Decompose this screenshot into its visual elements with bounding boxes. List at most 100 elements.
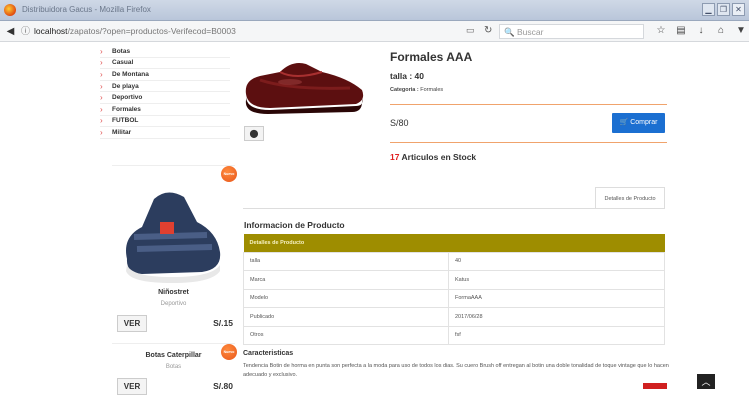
table-cell-key: Otros <box>243 325 449 345</box>
chevron-right-icon: › <box>100 69 103 79</box>
category-label: Casual <box>112 59 134 67</box>
category-item[interactable]: › Militar <box>100 127 230 139</box>
product-card: Nuevo Botas Caterpillar Botas VER S/.80 <box>112 343 237 395</box>
product-image-baby-shoe[interactable] <box>112 177 235 287</box>
table-cell-value: FormaAAA <box>448 288 665 308</box>
table-cell-value: 40 <box>448 251 665 271</box>
buy-button[interactable]: 🛒 Comprar <box>612 113 665 133</box>
chevron-right-icon: › <box>100 93 103 103</box>
info-icon[interactable]: ⓘ <box>19 25 32 38</box>
chevron-right-icon: › <box>100 104 103 114</box>
card-divider <box>112 165 235 166</box>
stock-info: 17 Articulos en Stock <box>390 152 476 162</box>
features-title: Caracteristicas <box>243 350 294 357</box>
window-controls: ▁ ❐ ✕ <box>702 3 745 16</box>
tab-divider <box>243 208 665 209</box>
product-category: Deportivo <box>160 301 187 307</box>
search-placeholder: Buscar <box>516 27 544 37</box>
category-label: FUTBOL <box>112 117 139 125</box>
product-title: Formales AAA <box>390 50 473 64</box>
table-row: Marca Katus <box>243 270 665 290</box>
product-size: talla : 40 <box>390 71 425 81</box>
table-cell-key: Marca <box>243 270 449 290</box>
table-row: talla 40 <box>243 251 665 271</box>
table-cell-value: fsf <box>448 325 665 345</box>
url-host: localhost <box>34 26 68 36</box>
category-label: Botas <box>112 47 131 55</box>
view-product-button[interactable]: VER <box>117 378 147 395</box>
chevron-right-icon: › <box>100 81 103 91</box>
main-product-image[interactable] <box>240 50 368 118</box>
maximize-button[interactable]: ❐ <box>717 3 730 16</box>
category-label: Militar <box>112 128 132 136</box>
home-icon[interactable]: ⌂ <box>715 24 727 38</box>
stock-count: 17 <box>390 152 400 162</box>
view-product-button[interactable]: VER <box>117 315 147 332</box>
cart-icon: 🛒 <box>619 119 629 126</box>
tab-product-details[interactable]: Detalles de Producto <box>595 187 665 209</box>
bookmark-star-icon[interactable]: ☆ <box>655 24 667 38</box>
category-item[interactable]: › Casual <box>100 58 230 70</box>
pocket-icon[interactable]: ▼ <box>735 24 747 38</box>
chevron-right-icon: › <box>100 58 103 68</box>
minimize-button[interactable]: ▁ <box>702 3 715 16</box>
firefox-logo-icon <box>4 4 16 16</box>
divider <box>390 104 667 105</box>
category-list: › Botas › Casual › De Montana › De playa › De… <box>100 46 230 139</box>
reader-view-icon[interactable]: ▭ <box>466 25 475 36</box>
buy-button-label: Comprar <box>630 119 658 126</box>
category-label: Categoria : <box>390 87 419 93</box>
category-value: Formales <box>420 87 444 93</box>
category-item[interactable]: › De playa <box>100 81 230 93</box>
chevron-right-icon: › <box>100 46 103 56</box>
product-name[interactable]: Niñostret <box>112 289 235 296</box>
table-row: Otros fsf <box>243 325 665 345</box>
back-arrow-icon[interactable]: ◀ <box>4 25 17 38</box>
product-price: S/.15 <box>213 318 233 328</box>
camera-icon[interactable]: ⬤ <box>244 126 264 141</box>
table-cell-key: talla <box>243 251 449 271</box>
category-item[interactable]: › Deportivo <box>100 92 230 104</box>
scroll-to-top-button[interactable]: ︿ <box>697 374 715 389</box>
window-titlebar: Distribuidora Gacus - Mozilla Firefox ▁ … <box>0 0 749 21</box>
browser-toolbar: ☆ ▤ ↓ ⌂ ▼ ≡ <box>655 24 749 38</box>
category-label: De Montana <box>112 70 149 78</box>
category-item[interactable]: › De Montana <box>100 69 230 81</box>
window-title: Distribuidora Gacus - Mozilla Firefox <box>22 5 151 14</box>
reload-icon[interactable]: ↻ <box>484 25 492 36</box>
table-cell-value: Katus <box>448 270 665 290</box>
stock-text: Articulos en Stock <box>401 152 477 162</box>
info-section-title: Informacion de Producto <box>244 220 345 230</box>
category-item[interactable]: › Formales <box>100 104 230 116</box>
product-info-table: Detalles de Producto talla 40 Marca Katus … <box>243 234 665 345</box>
category-label: Formales <box>112 105 141 113</box>
table-row: Publicado 2017/06/28 <box>243 307 665 327</box>
table-row: Modelo FormaAAA <box>243 288 665 308</box>
library-icon[interactable]: ▤ <box>675 24 687 38</box>
table-cell-value: 2017/06/28 <box>448 307 665 327</box>
chevron-up-icon: ︿ <box>701 377 711 387</box>
divider <box>390 142 667 143</box>
chevron-right-icon: › <box>100 116 103 126</box>
search-input[interactable]: 🔍 Buscar <box>499 24 644 39</box>
url-bar[interactable]: localhost/zapatos/?open=productos-Verife… <box>34 26 236 36</box>
product-price: S/.80 <box>213 381 233 391</box>
download-icon[interactable]: ↓ <box>695 24 707 38</box>
category-label: De playa <box>112 82 139 90</box>
new-badge: Nuevo <box>221 166 237 182</box>
category-label: Deportivo <box>112 94 143 102</box>
browser-navbar: ◀ ⓘ localhost/zapatos/?open=productos-Ve… <box>0 21 749 42</box>
category-item[interactable]: › Botas <box>100 46 230 58</box>
product-card: Nuevo Niñostret Deportivo VER S/.15 <box>112 165 237 340</box>
product-name[interactable]: Botas Caterpillar <box>112 352 235 359</box>
table-header: Detalles de Producto <box>243 234 665 252</box>
features-text: Tendencia Botin de horma en punta son pe… <box>243 363 669 378</box>
partial-button[interactable] <box>643 383 667 389</box>
close-window-button[interactable]: ✕ <box>732 3 745 16</box>
product-price: S/80 <box>390 118 409 128</box>
product-category-line: Categoria : Formales <box>390 87 443 93</box>
category-item[interactable]: › FUTBOL <box>100 116 230 128</box>
card-divider <box>112 343 235 344</box>
table-cell-key: Modelo <box>243 288 449 308</box>
url-path: /zapatos/?open=productos-Verifecod=B0003 <box>67 26 236 36</box>
